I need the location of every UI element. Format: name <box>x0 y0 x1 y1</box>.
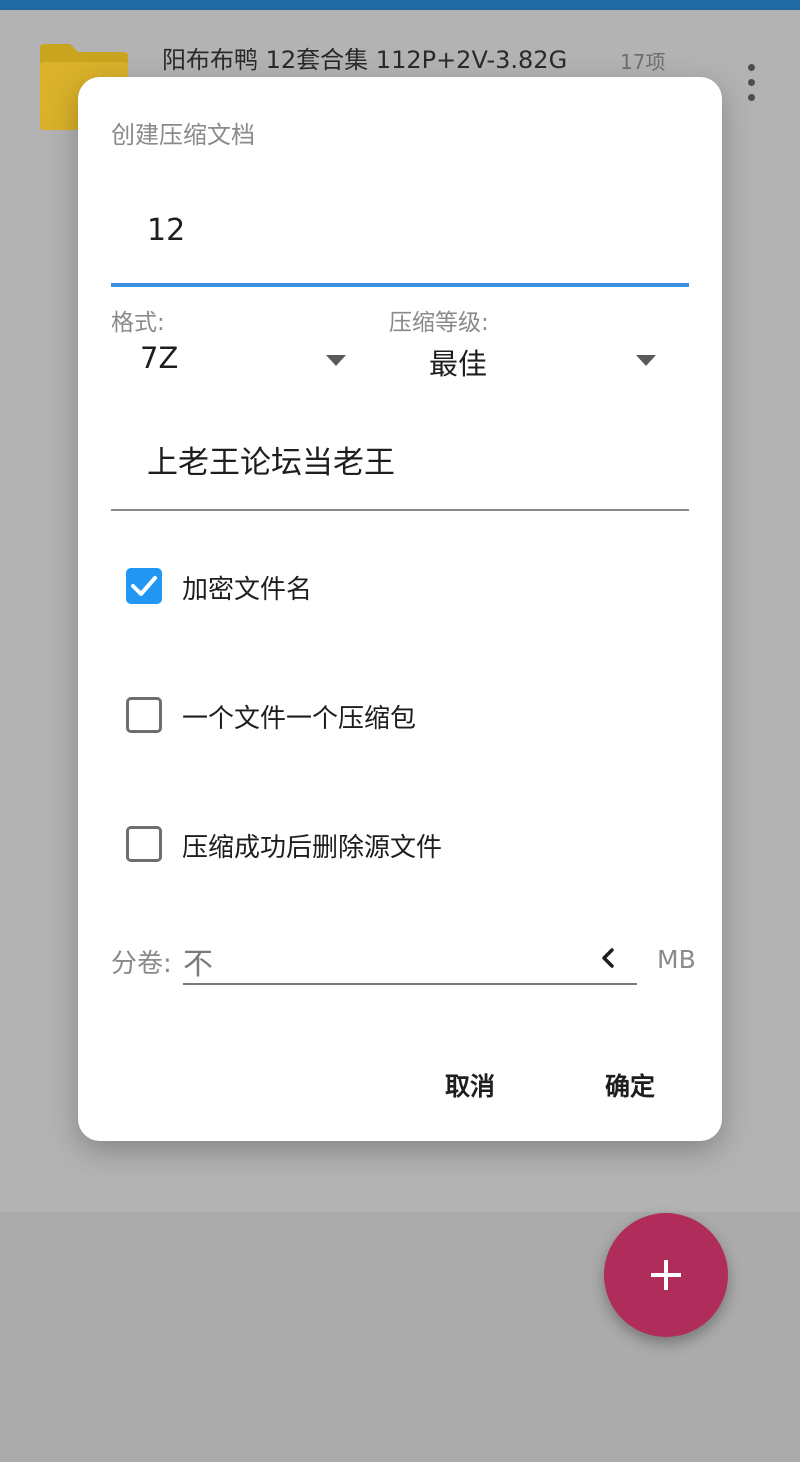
option-encrypt-filenames[interactable]: 加密文件名 <box>126 568 686 610</box>
plus-icon-stroke <box>664 1260 668 1290</box>
format-label: 格式: <box>111 310 165 336</box>
archive-name-input[interactable]: 12 <box>111 197 689 287</box>
cancel-button[interactable]: 取消 <box>445 1067 495 1103</box>
split-volume-label: 分卷: <box>111 949 172 979</box>
create-archive-dialog: 创建压缩文档 12 格式: 压缩等级: 7Z 最佳 上老王论坛当老王 加密文件名… <box>78 77 722 1141</box>
compression-level-dropdown-icon <box>636 355 656 366</box>
checkbox-unchecked[interactable] <box>126 826 162 862</box>
password-value: 上老王论坛当老王 <box>147 445 395 481</box>
split-volume-unit: MB <box>657 945 696 974</box>
option-delete-source-after[interactable]: 压缩成功后删除源文件 <box>126 826 686 868</box>
option-one-archive-per-file[interactable]: 一个文件一个压缩包 <box>126 697 686 739</box>
archive-name-value: 12 <box>147 213 186 248</box>
format-select[interactable]: 7Z <box>111 335 351 385</box>
compression-level-select[interactable]: 最佳 <box>389 335 659 385</box>
folder-title[interactable]: 阳布布鸭 12套合集 112P+2V-3.82G <box>162 40 567 75</box>
checkbox-checked[interactable] <box>126 568 162 604</box>
split-volume-value: 不 <box>183 947 213 982</box>
password-input[interactable]: 上老王论坛当老王 <box>111 417 689 511</box>
ok-button[interactable]: 确定 <box>605 1067 655 1103</box>
option-label: 压缩成功后删除源文件 <box>182 833 443 863</box>
chevron-left-icon[interactable] <box>599 947 617 969</box>
format-dropdown-icon <box>326 355 346 366</box>
more-vert-icon[interactable] <box>740 64 762 112</box>
option-label: 加密文件名 <box>182 575 313 605</box>
format-select-value: 7Z <box>140 341 179 375</box>
checkbox-unchecked[interactable] <box>126 697 162 733</box>
split-volume-input[interactable]: 不 <box>183 935 637 985</box>
status-bar <box>0 0 800 10</box>
option-label: 一个文件一个压缩包 <box>182 704 417 734</box>
add-fab-button[interactable] <box>604 1213 728 1337</box>
compression-level-value: 最佳 <box>429 347 488 381</box>
compression-level-label: 压缩等级: <box>389 310 489 336</box>
dialog-title: 创建压缩文档 <box>111 121 255 149</box>
check-icon <box>131 576 157 596</box>
folder-item-count: 17项 <box>620 50 666 74</box>
